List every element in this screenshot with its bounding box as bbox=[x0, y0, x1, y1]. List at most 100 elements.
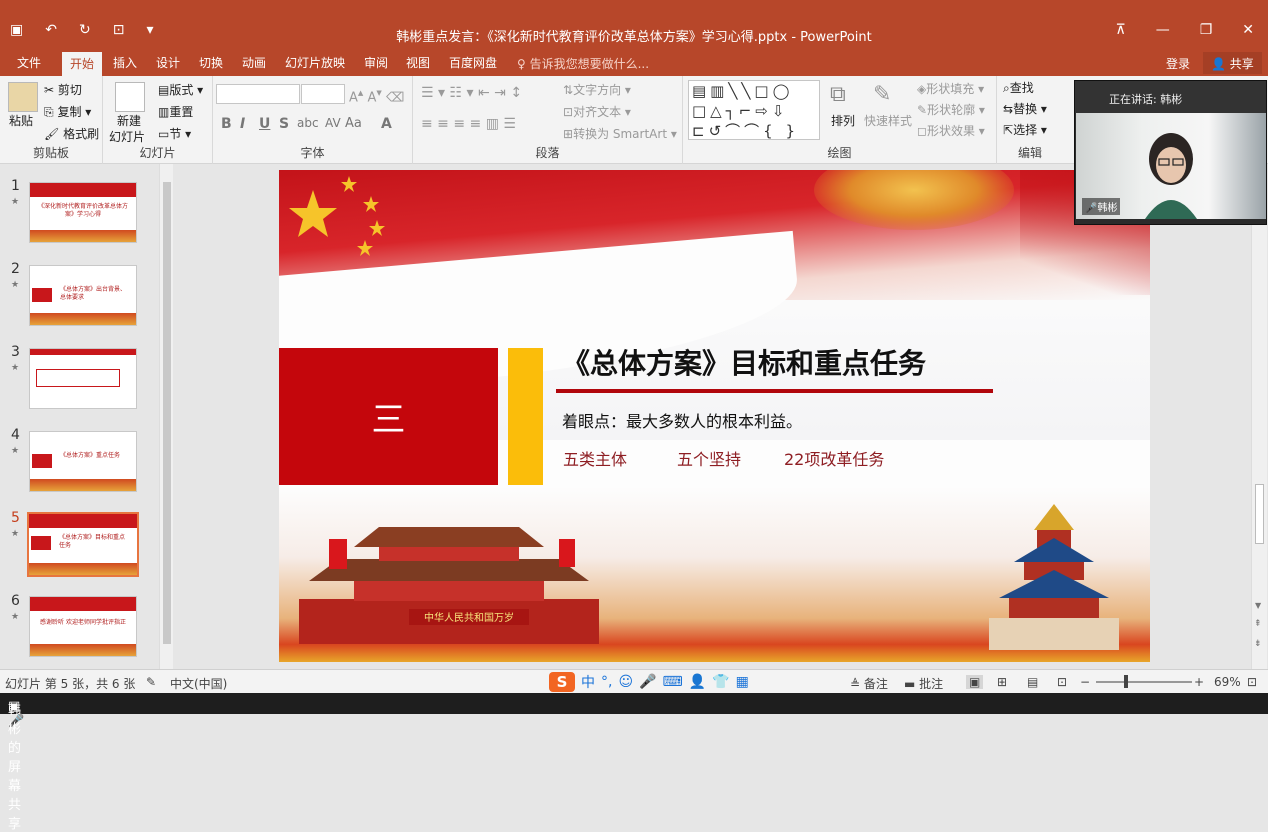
text-direction-button[interactable]: ⇅文字方向 ▾ bbox=[563, 81, 631, 98]
slide-thumbnail-4[interactable]: 《总体方案》重点任务 bbox=[29, 431, 137, 492]
font-size-controls[interactable]: A▴ A▾ ⌫ bbox=[349, 86, 404, 105]
thumbnails-scrollbar[interactable] bbox=[159, 164, 173, 669]
restore-icon[interactable]: ❐ bbox=[1200, 22, 1213, 38]
font-name-input[interactable] bbox=[216, 84, 300, 104]
notes-button[interactable]: ≜ 备注 bbox=[850, 675, 888, 692]
slide-thumbnail-5[interactable]: 《总体方案》目标和重点任务 bbox=[27, 512, 139, 577]
char-spacing-button[interactable]: AV bbox=[325, 116, 341, 130]
slide-thumbnail-1[interactable]: 《深化新时代教育评价改革总体方案》学习心得 bbox=[29, 182, 137, 243]
video-call-window[interactable]: 正在讲话: 韩彬 🎤韩彬 bbox=[1074, 80, 1267, 225]
zoom-slider[interactable] bbox=[1096, 681, 1192, 683]
shape-effects-button[interactable]: ◻形状效果 ▾ bbox=[917, 122, 985, 139]
emoji-icon[interactable]: ☺ bbox=[618, 674, 633, 690]
language-indicator[interactable]: 中文(中国) bbox=[170, 675, 227, 692]
list-buttons[interactable]: ☰ ▾ ☷ ▾ ⇤ ⇥ ↕ bbox=[421, 85, 522, 101]
find-button[interactable]: ⌕查找 bbox=[1003, 79, 1034, 96]
zoom-level[interactable]: 69% bbox=[1214, 675, 1241, 689]
shadow-button[interactable]: S bbox=[279, 116, 289, 132]
align-buttons[interactable]: ≡ ≡ ≡ ≡ ▥ ☰ bbox=[421, 116, 516, 132]
minimize-icon[interactable]: — bbox=[1156, 22, 1170, 38]
slide-thumbnail-3[interactable] bbox=[29, 348, 137, 409]
format-painter-button[interactable]: 🖌 格式刷 bbox=[44, 125, 99, 142]
quick-styles-icon[interactable]: ✎ bbox=[873, 82, 891, 107]
tab-view[interactable]: 视图 bbox=[406, 54, 430, 71]
close-icon[interactable]: ✕ bbox=[1242, 22, 1254, 38]
user-icon[interactable]: 👤 bbox=[689, 674, 706, 690]
keyboard-icon[interactable]: ⌨ bbox=[663, 674, 683, 690]
reset-button[interactable]: ▥重置 bbox=[158, 103, 193, 120]
tab-baidu[interactable]: 百度网盘 bbox=[449, 54, 497, 71]
strikethrough-button[interactable]: abc bbox=[297, 116, 319, 130]
slide-scroll-thumb[interactable] bbox=[1255, 484, 1264, 544]
keyword-1[interactable]: 五类主体 bbox=[563, 446, 627, 470]
tab-review[interactable]: 审阅 bbox=[364, 54, 388, 71]
font-size-input[interactable] bbox=[301, 84, 345, 104]
slide-heading[interactable]: 《总体方案》目标和重点任务 bbox=[562, 342, 926, 382]
zoom-out-icon[interactable]: − bbox=[1080, 675, 1090, 689]
scissors-icon: ✂ bbox=[44, 83, 55, 97]
reading-view-icon[interactable]: ▤ bbox=[1027, 675, 1038, 689]
new-slide-label-2[interactable]: 幻灯片 bbox=[109, 128, 145, 145]
tab-home[interactable]: 开始 bbox=[62, 52, 103, 76]
ime-language[interactable]: 中 bbox=[581, 672, 595, 692]
keyword-3[interactable]: 22项改革任务 bbox=[784, 446, 884, 470]
arrange-button[interactable]: 排列 bbox=[831, 112, 855, 129]
change-case-button[interactable]: Aa bbox=[345, 116, 362, 131]
copy-button[interactable]: ⎘ 复制 ▾ bbox=[44, 103, 91, 120]
prev-slide-icon[interactable]: ⇞ bbox=[1254, 619, 1262, 629]
ribbon-display-icon[interactable]: ⊼ bbox=[1115, 22, 1125, 38]
zoom-in-icon[interactable]: + bbox=[1194, 675, 1204, 689]
login-link[interactable]: 登录 bbox=[1166, 55, 1190, 72]
smartart-button[interactable]: ⊞转换为 SmartArt ▾ bbox=[563, 125, 677, 142]
font-color-button[interactable]: A bbox=[381, 116, 392, 132]
stars-icon bbox=[289, 176, 385, 256]
paste-button[interactable]: 粘贴 bbox=[9, 112, 33, 129]
ime-toolbar[interactable]: S 中 °, ☺ 🎤 ⌨ 👤 👕 ▦ bbox=[549, 672, 749, 692]
comments-button[interactable]: ▬ 批注 bbox=[904, 675, 943, 692]
tab-transitions[interactable]: 切换 bbox=[199, 54, 223, 71]
paste-icon[interactable] bbox=[8, 82, 38, 112]
skin-icon[interactable]: 👕 bbox=[712, 674, 729, 690]
arrange-icon[interactable]: ⧉ bbox=[830, 82, 846, 107]
thumbnails-scroll-thumb[interactable] bbox=[163, 182, 171, 644]
slide-sorter-icon[interactable]: ⊞ bbox=[997, 675, 1007, 689]
tab-animations[interactable]: 动画 bbox=[242, 54, 266, 71]
replace-button[interactable]: ⇆替换 ▾ bbox=[1003, 100, 1047, 117]
select-button[interactable]: ⇱选择 ▾ bbox=[1003, 121, 1047, 138]
underline-button[interactable]: U bbox=[259, 116, 270, 132]
microphone-icon[interactable]: 🎤 bbox=[639, 674, 656, 690]
slide-5[interactable]: 三 《总体方案》目标和重点任务 着眼点：最大多数人的根本利益。 五类主体 五个坚… bbox=[279, 170, 1150, 662]
quick-styles-button[interactable]: 快速样式 bbox=[864, 112, 912, 129]
tab-file[interactable]: 文件 bbox=[17, 54, 41, 71]
bold-button[interactable]: B bbox=[221, 116, 232, 132]
scroll-down-icon[interactable]: ▼ bbox=[1255, 601, 1261, 610]
slide-subline[interactable]: 着眼点：最大多数人的根本利益。 bbox=[562, 408, 802, 432]
tab-design[interactable]: 设计 bbox=[156, 54, 180, 71]
slide-thumbnail-2[interactable]: 《总体方案》出台背景、总体要求 bbox=[29, 265, 137, 326]
fit-slide-icon[interactable]: ⊡ bbox=[1247, 675, 1257, 689]
cut-button[interactable]: ✂ 剪切 bbox=[44, 81, 82, 98]
shape-fill-button[interactable]: ◈形状填充 ▾ bbox=[917, 80, 984, 97]
tell-me-search[interactable]: ♀ 告诉我您想要做什么... bbox=[517, 55, 649, 72]
italic-button[interactable]: I bbox=[240, 116, 245, 132]
next-slide-icon[interactable]: ⇟ bbox=[1254, 639, 1262, 649]
tab-slideshow[interactable]: 幻灯片放映 bbox=[285, 54, 345, 71]
normal-view-icon[interactable]: ▣ bbox=[966, 675, 984, 689]
shapes-gallery[interactable]: ▤▥╲╲□◯ □△┐⌐⇨⇩ ⊏↺⌒⌒{ } bbox=[688, 80, 820, 140]
punctuation-icon[interactable]: °, bbox=[601, 674, 612, 690]
new-slide-label-1[interactable]: 新建 bbox=[117, 112, 141, 129]
slideshow-icon[interactable]: ⊡ bbox=[1057, 675, 1067, 689]
new-slide-icon[interactable] bbox=[115, 82, 145, 112]
share-button[interactable]: 👤 共享 bbox=[1203, 52, 1262, 74]
layout-button[interactable]: ▤版式 ▾ bbox=[158, 81, 203, 98]
spellcheck-icon[interactable]: ✎ bbox=[146, 675, 156, 689]
section-button[interactable]: ▭节 ▾ bbox=[158, 125, 191, 142]
slide-thumbnail-6[interactable]: 感谢聆听 欢迎老师同学批评指正 bbox=[29, 596, 137, 657]
keyword-2[interactable]: 五个坚持 bbox=[677, 446, 741, 470]
toolbox-icon[interactable]: ▦ bbox=[736, 674, 749, 690]
tab-insert[interactable]: 插入 bbox=[113, 54, 137, 71]
slide-scrollbar[interactable]: ▲ ▼ ⇞ ⇟ bbox=[1251, 164, 1267, 669]
zoom-slider-thumb[interactable] bbox=[1124, 675, 1128, 688]
align-text-button[interactable]: ⊡对齐文本 ▾ bbox=[563, 103, 631, 120]
shape-outline-button[interactable]: ✎形状轮廓 ▾ bbox=[917, 101, 985, 118]
